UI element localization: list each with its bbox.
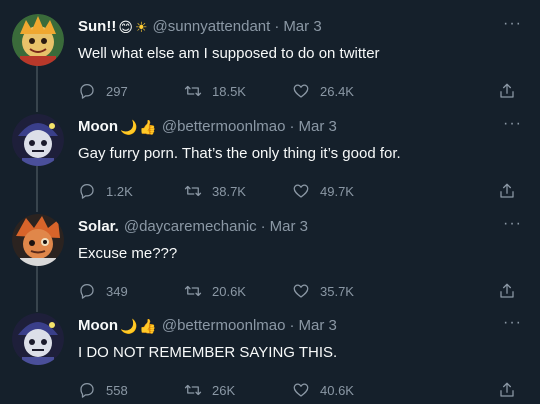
display-name[interactable]: Sun!! <box>78 18 116 35</box>
moon-emoji: 🌙 <box>119 118 138 135</box>
retweet-button[interactable]: 18.5K <box>184 82 246 100</box>
reply-button[interactable]: 349 <box>78 282 128 300</box>
share-button[interactable] <box>498 182 526 200</box>
tweet-text: Gay furry porn. That’s the only thing it… <box>78 145 401 162</box>
reply-button[interactable]: 1.2K <box>78 182 133 200</box>
retweet-icon <box>184 85 202 97</box>
display-name[interactable]: Moon <box>78 317 118 334</box>
like-count: 35.7K <box>320 283 354 299</box>
separator: · <box>289 118 295 135</box>
retweet-button[interactable]: 38.7K <box>184 182 246 200</box>
reply-count: 297 <box>106 83 128 99</box>
tweet-header: Moon 🌙 👍 @bettermoonlmao · Mar 3 <box>78 118 337 135</box>
like-icon <box>293 383 309 397</box>
tweet[interactable]: Sun!! 😊 ☀ @sunnyattendant · Mar 3 ··· We… <box>0 5 540 105</box>
tweet-text: Excuse me??? <box>78 245 178 262</box>
retweet-button[interactable]: 20.6K <box>184 282 246 300</box>
more-options-button[interactable]: ··· <box>503 314 522 332</box>
tweet-date[interactable]: Mar 3 <box>283 18 321 35</box>
reply-button[interactable]: 558 <box>78 381 128 399</box>
user-handle[interactable]: @bettermoonlmao <box>162 118 286 135</box>
avatar[interactable] <box>12 313 64 365</box>
separator: · <box>260 218 266 235</box>
tweet-text: I DO NOT REMEMBER SAYING THIS. <box>78 344 338 361</box>
reply-button[interactable]: 297 <box>78 82 128 100</box>
tweet-actions: 1.2K 38.7K 49.7K <box>78 182 528 202</box>
like-icon <box>293 284 309 298</box>
share-icon <box>500 183 514 198</box>
thumbs-up-emoji: 👍 <box>139 118 157 135</box>
share-button[interactable] <box>498 82 526 100</box>
like-button[interactable]: 35.7K <box>292 282 354 300</box>
reply-icon <box>80 382 94 398</box>
like-button[interactable]: 49.7K <box>292 182 354 200</box>
like-button[interactable]: 40.6K <box>292 381 354 399</box>
user-handle[interactable]: @bettermoonlmao <box>162 317 286 334</box>
more-options-button[interactable]: ··· <box>503 15 522 33</box>
tweet-text: Well what else am I supposed to do on tw… <box>78 45 380 62</box>
display-name[interactable]: Solar. <box>78 218 119 235</box>
like-count: 40.6K <box>320 382 354 398</box>
separator: · <box>274 18 280 35</box>
like-count: 49.7K <box>320 183 354 199</box>
avatar[interactable] <box>12 214 64 266</box>
retweet-icon <box>184 285 202 297</box>
tweet[interactable]: Solar. @daycaremechanic · Mar 3 ··· Excu… <box>0 205 540 305</box>
reply-icon <box>80 183 94 199</box>
retweet-icon <box>184 185 202 197</box>
reply-icon <box>80 283 94 299</box>
retweet-count: 20.6K <box>212 283 246 299</box>
smile-emoji: 😊 <box>118 18 133 35</box>
tweet-header: Sun!! 😊 ☀ @sunnyattendant · Mar 3 <box>78 18 322 35</box>
separator: · <box>289 317 295 334</box>
tweet-date[interactable]: Mar 3 <box>298 118 336 135</box>
retweet-count: 26K <box>212 382 236 398</box>
tweet[interactable]: Moon 🌙 👍 @bettermoonlmao · Mar 3 ··· I D… <box>0 304 540 404</box>
retweet-icon <box>184 384 202 396</box>
share-button[interactable] <box>498 381 526 399</box>
moon-emoji: 🌙 <box>119 317 138 334</box>
more-options-button[interactable]: ··· <box>503 215 522 233</box>
like-icon <box>293 84 309 98</box>
user-handle[interactable]: @sunnyattendant <box>153 18 271 35</box>
retweet-count: 38.7K <box>212 183 246 199</box>
share-icon <box>500 83 514 98</box>
reply-count: 1.2K <box>106 183 133 199</box>
display-name[interactable]: Moon <box>78 118 118 135</box>
like-icon <box>293 184 309 198</box>
thumbs-up-emoji: 👍 <box>139 317 157 334</box>
tweet-actions: 297 18.5K 26.4K <box>78 82 528 102</box>
tweet-actions: 349 20.6K 35.7K <box>78 282 528 302</box>
tweet-header: Solar. @daycaremechanic · Mar 3 <box>78 218 308 235</box>
avatar[interactable] <box>12 114 64 166</box>
tweet-header: Moon 🌙 👍 @bettermoonlmao · Mar 3 <box>78 317 337 334</box>
tweet-actions: 558 26K 40.6K <box>78 381 528 401</box>
sun-emoji: ☀ <box>134 18 148 35</box>
tweet-date[interactable]: Mar 3 <box>270 218 308 235</box>
retweet-count: 18.5K <box>212 83 246 99</box>
user-handle[interactable]: @daycaremechanic <box>124 218 257 235</box>
more-options-button[interactable]: ··· <box>503 115 522 133</box>
avatar[interactable] <box>12 14 64 66</box>
tweet[interactable]: Moon 🌙 👍 @bettermoonlmao · Mar 3 ··· Gay… <box>0 105 540 205</box>
reply-icon <box>80 83 94 99</box>
tweet-date[interactable]: Mar 3 <box>298 317 336 334</box>
reply-count: 558 <box>106 382 128 398</box>
retweet-button[interactable]: 26K <box>184 381 235 399</box>
share-button[interactable] <box>498 282 526 300</box>
like-count: 26.4K <box>320 83 354 99</box>
share-icon <box>500 382 514 397</box>
share-icon <box>500 283 514 298</box>
like-button[interactable]: 26.4K <box>292 82 354 100</box>
reply-count: 349 <box>106 283 128 299</box>
